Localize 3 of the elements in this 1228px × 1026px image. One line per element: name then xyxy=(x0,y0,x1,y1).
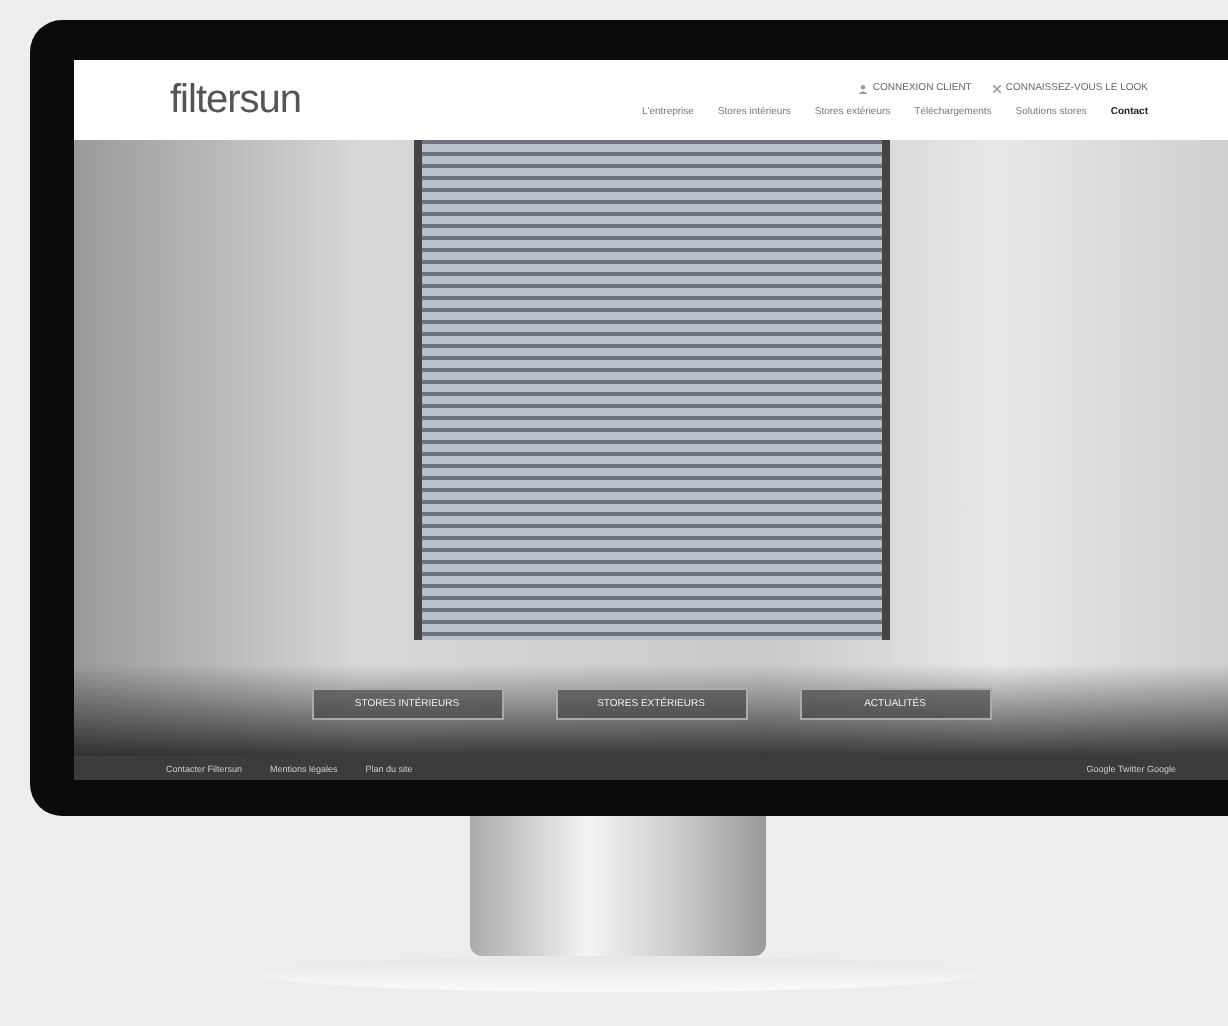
person-icon xyxy=(858,83,869,93)
site-logo[interactable]: filtersun xyxy=(170,77,302,123)
cross-icon xyxy=(991,83,1002,93)
